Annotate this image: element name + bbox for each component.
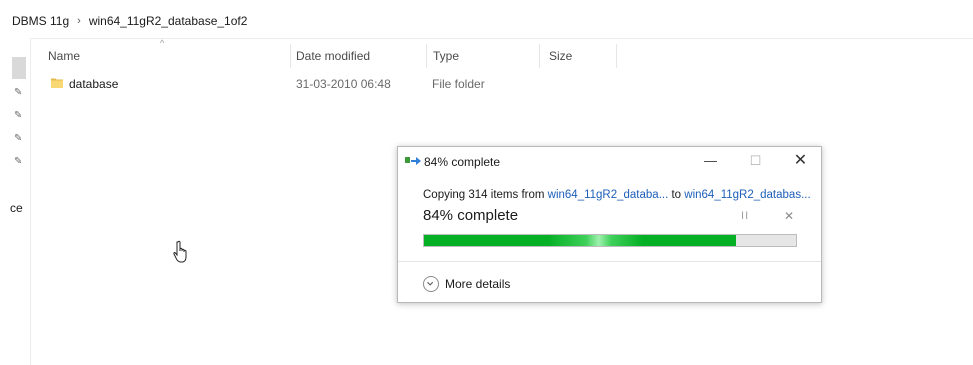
hand-cursor-icon — [173, 240, 187, 263]
breadcrumb-item-dbms[interactable]: DBMS 11g — [12, 14, 69, 28]
pause-button[interactable]: I I — [741, 210, 748, 222]
pin-icon[interactable]: ✎ — [14, 87, 22, 98]
column-header-label: Date modified — [296, 49, 371, 63]
chevron-right-icon[interactable]: › — [75, 15, 83, 27]
file-type: File folder — [432, 77, 485, 91]
column-header-label: Size — [549, 49, 573, 63]
file-date-modified: 31-03-2010 06:48 — [296, 77, 391, 91]
column-headers: ^ Name Date modified Type Size — [31, 38, 973, 68]
dialog-divider — [398, 261, 821, 262]
maximize-button[interactable]: ☐ — [733, 147, 778, 175]
more-details-label: More details — [445, 277, 511, 291]
folder-icon — [51, 78, 63, 88]
pin-icon[interactable]: ✎ — [14, 156, 22, 167]
destination-folder-link[interactable]: win64_11gR2_databas... — [684, 189, 810, 201]
source-folder-link[interactable]: win64_11gR2_databa... — [548, 189, 669, 201]
progress-bar — [423, 234, 797, 247]
breadcrumb-item-current-folder[interactable]: win64_11gR2_database_1of2 — [89, 14, 248, 28]
dialog-titlebar[interactable]: 84% complete — ☐ ✕ — [398, 147, 821, 175]
chevron-down-icon — [423, 276, 439, 292]
nav-scrollbar-thumb[interactable] — [12, 57, 26, 79]
copying-description: Copying 314 items from win64_11gR2_datab… — [423, 189, 811, 201]
progress-status: 84% complete — [423, 207, 519, 224]
copying-middle: to — [668, 189, 685, 201]
copy-progress-dialog: 84% complete — ☐ ✕ Copying 314 items fro… — [397, 146, 822, 303]
navigation-pane: ✎ ✎ ✎ ✎ ce — [0, 38, 31, 365]
minimize-button[interactable]: — — [688, 147, 733, 175]
address-bar[interactable]: DBMS 11g › win64_11gR2_database_1of2 — [0, 0, 973, 39]
column-header-type[interactable]: Type — [424, 44, 540, 68]
more-details-button[interactable]: More details — [423, 274, 510, 294]
progress-bar-fill — [424, 235, 737, 246]
close-button[interactable]: ✕ — [778, 147, 823, 175]
dialog-title: 84% complete — [424, 155, 501, 169]
pin-icon[interactable]: ✎ — [14, 110, 22, 121]
breadcrumb: DBMS 11g › win64_11gR2_database_1of2 — [12, 12, 247, 30]
file-name: database — [69, 77, 119, 91]
cancel-button[interactable]: ✕ — [784, 209, 794, 223]
file-copy-icon — [405, 157, 421, 165]
pin-icon[interactable]: ✎ — [14, 133, 22, 144]
column-header-size[interactable]: Size — [540, 44, 617, 68]
column-header-date-modified[interactable]: Date modified — [287, 44, 427, 68]
column-header-label: Name — [48, 49, 81, 63]
copying-prefix: Copying 314 items from — [423, 189, 548, 201]
nav-item-label[interactable]: ce — [10, 201, 23, 215]
table-row[interactable]: database 31-03-2010 06:48 File folder — [31, 74, 485, 94]
column-header-label: Type — [433, 49, 460, 63]
column-header-name[interactable]: Name — [39, 44, 291, 68]
